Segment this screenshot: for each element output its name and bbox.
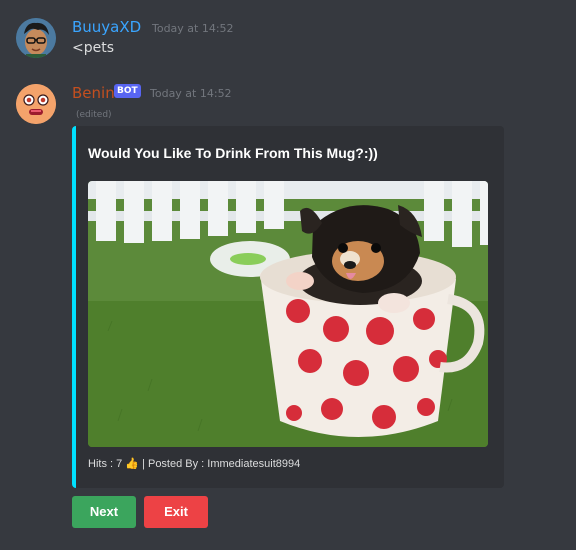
embed-image[interactable] [88, 181, 488, 447]
posted-by-text: | Posted By : Immediatesuit8994 [142, 458, 301, 470]
edited-label: (edited) [76, 110, 112, 120]
bot-username[interactable]: Benin [72, 84, 115, 102]
embed-footer: Hits : 7 👍 | Posted By : Immediatesuit89… [88, 456, 300, 472]
timestamp: Today at 14:52 [151, 22, 234, 35]
username-text[interactable]: BuuyaXD [72, 18, 141, 36]
thumbs-up-icon: 👍 [125, 458, 139, 470]
hits-label: Hits : 7 [88, 458, 123, 470]
username[interactable]: BuuyaXD Today at 14:52 [72, 18, 234, 36]
user-avatar[interactable] [16, 18, 56, 58]
cartoon-boy-avatar-icon [16, 18, 56, 58]
embed-title: Would You Like To Drink From This Mug?:)… [88, 145, 378, 161]
message-text: <pets [72, 40, 115, 56]
bot-username-text[interactable]: Benin [72, 84, 115, 102]
bot-timestamp: Today at 14:52 [150, 87, 232, 100]
embed-accent-bar [72, 126, 76, 488]
shocked-face-avatar-icon [16, 84, 56, 124]
next-button[interactable]: Next [72, 496, 136, 528]
bot-avatar[interactable] [16, 84, 56, 124]
message-user: BuuyaXD Today at 14:52 <pets [0, 0, 576, 70]
bot-badge: BOT [114, 84, 141, 98]
exit-button[interactable]: Exit [144, 496, 208, 528]
embed-card: Would You Like To Drink From This Mug?:)… [72, 126, 504, 488]
puppy-in-mug-image [88, 181, 488, 447]
